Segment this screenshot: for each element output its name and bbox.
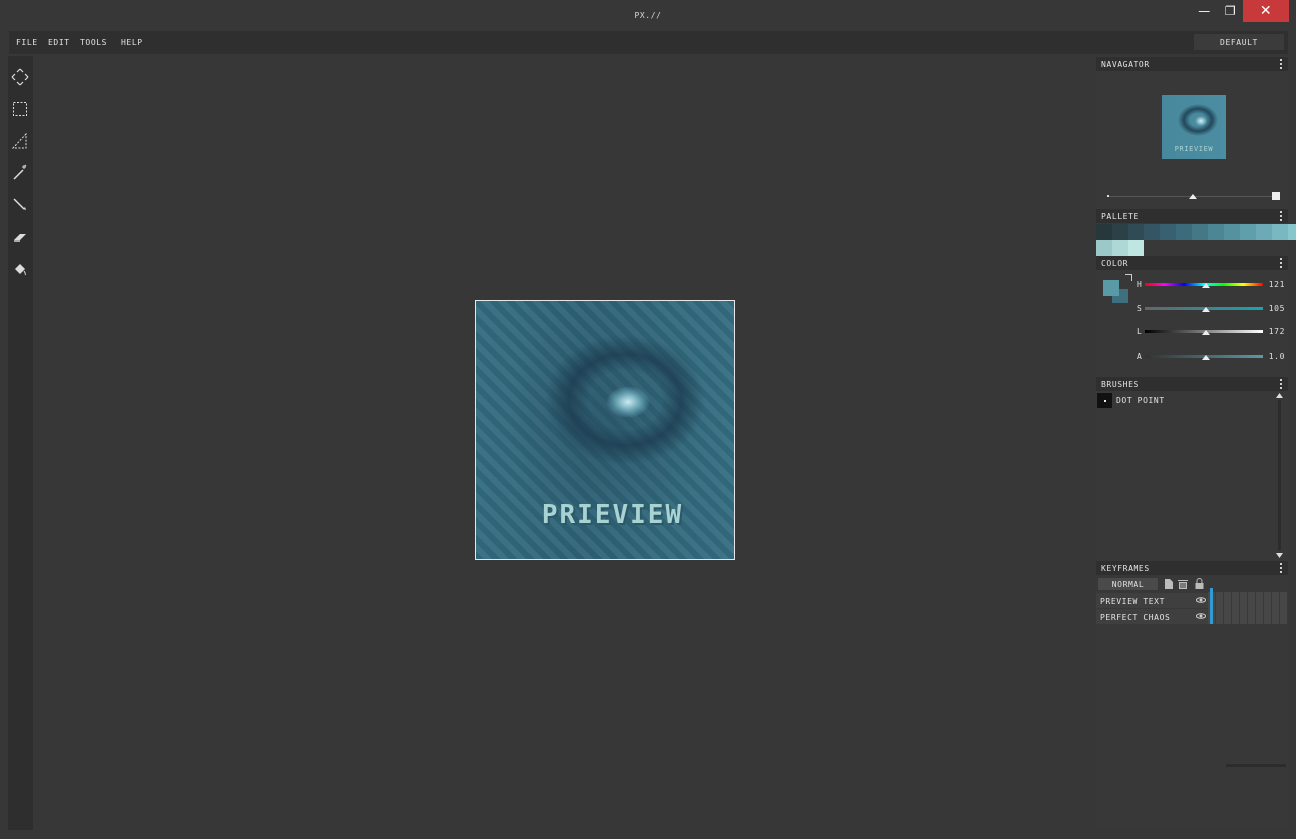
palette-swatch[interactable] (1128, 224, 1144, 240)
close-button[interactable]: ✕ (1243, 0, 1289, 22)
lock-icon[interactable] (1195, 578, 1204, 589)
magic-wand-icon (13, 164, 27, 180)
palette-swatch[interactable] (1208, 224, 1224, 240)
app-title: PX.// (634, 11, 662, 20)
menu-bar (9, 31, 1288, 54)
menu-edit[interactable]: EDIT (48, 38, 70, 47)
palette-swatch[interactable] (1096, 224, 1112, 240)
maximize-icon: ❐ (1224, 4, 1237, 18)
keyframe-timeline[interactable] (1208, 592, 1288, 624)
timeline-area (1208, 624, 1288, 764)
palette-swatch[interactable] (1096, 240, 1112, 256)
scroll-up-icon[interactable] (1276, 393, 1283, 398)
pencil-tool[interactable] (10, 195, 30, 215)
palette-swatch[interactable] (1224, 224, 1240, 240)
magic-wand-tool[interactable] (10, 162, 30, 182)
layer-row[interactable]: PREVIEW TEXT (1096, 593, 1208, 608)
lightness-label: L (1137, 327, 1143, 336)
lightness-value: 172 (1268, 327, 1285, 336)
layer-row[interactable]: PERFECT CHAOS (1096, 609, 1208, 624)
palette-title: PALLETE (1101, 212, 1139, 221)
hue-label: H (1137, 280, 1143, 289)
palette-swatch[interactable] (1288, 224, 1296, 240)
alpha-value: 1.0 (1268, 352, 1285, 361)
saturation-slider-handle[interactable] (1202, 307, 1211, 312)
fill-bucket-tool[interactable] (10, 259, 30, 279)
marquee-select-tool[interactable] (10, 99, 30, 119)
kebab-menu-icon[interactable] (1280, 211, 1282, 223)
fill-bucket-icon (15, 264, 26, 276)
eye-icon[interactable] (1196, 595, 1206, 605)
minimize-icon: — (1198, 4, 1211, 18)
palette-swatch[interactable] (1144, 224, 1160, 240)
brushes-scrollbar[interactable] (1278, 400, 1281, 550)
hue-slider-handle[interactable] (1202, 283, 1211, 288)
marquee-select-icon (13, 102, 27, 116)
primary-color-swatch[interactable] (1103, 280, 1119, 296)
new-layer-icon[interactable] (1164, 579, 1173, 589)
layer-name: PREVIEW TEXT (1100, 597, 1165, 606)
layers-list-area (1096, 624, 1208, 830)
brushes-header: BRUSHES (1096, 377, 1288, 391)
alpha-label: A (1137, 352, 1143, 361)
lasso-tool[interactable] (10, 131, 30, 151)
palette-swatch[interactable] (1112, 224, 1128, 240)
lasso-icon (12, 133, 27, 149)
palette-header: PALLETE (1096, 209, 1288, 223)
kebab-menu-icon[interactable] (1280, 563, 1282, 575)
palette-swatch[interactable] (1128, 240, 1144, 256)
color-title: COLOR (1101, 259, 1129, 268)
kebab-menu-icon[interactable] (1280, 258, 1282, 270)
palette-swatch[interactable] (1272, 224, 1288, 240)
navigator-header: NAVAGATOR (1096, 57, 1288, 71)
palette-swatch[interactable] (1176, 224, 1192, 240)
saturation-label: S (1137, 304, 1143, 313)
dot-brush-icon[interactable] (1097, 393, 1112, 408)
move-icon (11, 68, 29, 86)
workspace-dropdown[interactable]: DEFAULT (1194, 34, 1284, 50)
keyframes-title: KEYFRAMES (1101, 564, 1150, 573)
palette-swatch[interactable] (1256, 224, 1272, 240)
zoom-out-icon[interactable] (1107, 195, 1109, 197)
keyframes-header: KEYFRAMES (1096, 561, 1288, 575)
hue-value: 121 (1268, 280, 1285, 289)
zoom-in-icon[interactable] (1272, 192, 1280, 200)
lightness-slider-handle[interactable] (1202, 330, 1211, 335)
navigator-thumbnail-text: PRIEVIEW (1174, 145, 1214, 153)
scroll-down-icon[interactable] (1276, 553, 1283, 558)
move-tool[interactable] (10, 67, 30, 87)
navigator-title: NAVAGATOR (1101, 60, 1150, 69)
close-icon: ✕ (1259, 3, 1273, 19)
timeline-playhead[interactable] (1210, 588, 1213, 628)
color-header: COLOR (1096, 256, 1288, 270)
palette-swatch[interactable] (1240, 224, 1256, 240)
alpha-slider-handle[interactable] (1202, 355, 1211, 360)
palette-swatch[interactable] (1160, 224, 1176, 240)
palette-swatch[interactable] (1192, 224, 1208, 240)
zoom-slider-handle[interactable] (1189, 194, 1197, 199)
eye-icon[interactable] (1196, 611, 1206, 621)
menu-tools[interactable]: TOOLS (80, 38, 107, 47)
artwork-preview-text: PRIEVIEW (541, 500, 684, 530)
menu-file[interactable]: FILE (16, 38, 38, 47)
brushes-title: BRUSHES (1101, 380, 1139, 389)
saturation-value: 105 (1268, 304, 1285, 313)
palette-swatch[interactable] (1112, 240, 1128, 256)
eraser-tool[interactable] (10, 227, 30, 247)
delete-layer-icon[interactable] (1178, 579, 1188, 589)
swap-colors-icon[interactable] (1125, 274, 1132, 281)
kebab-menu-icon[interactable] (1280, 379, 1282, 391)
timeline-scrollbar[interactable] (1226, 764, 1286, 767)
menu-help[interactable]: HELP (121, 38, 143, 47)
layer-name: PERFECT CHAOS (1100, 613, 1171, 622)
blend-mode-dropdown[interactable]: NORMAL (1098, 578, 1158, 590)
pencil-icon (13, 198, 26, 210)
brush-item[interactable]: DOT POINT (1116, 396, 1165, 405)
eraser-icon (14, 234, 26, 242)
kebab-menu-icon[interactable] (1280, 59, 1282, 71)
